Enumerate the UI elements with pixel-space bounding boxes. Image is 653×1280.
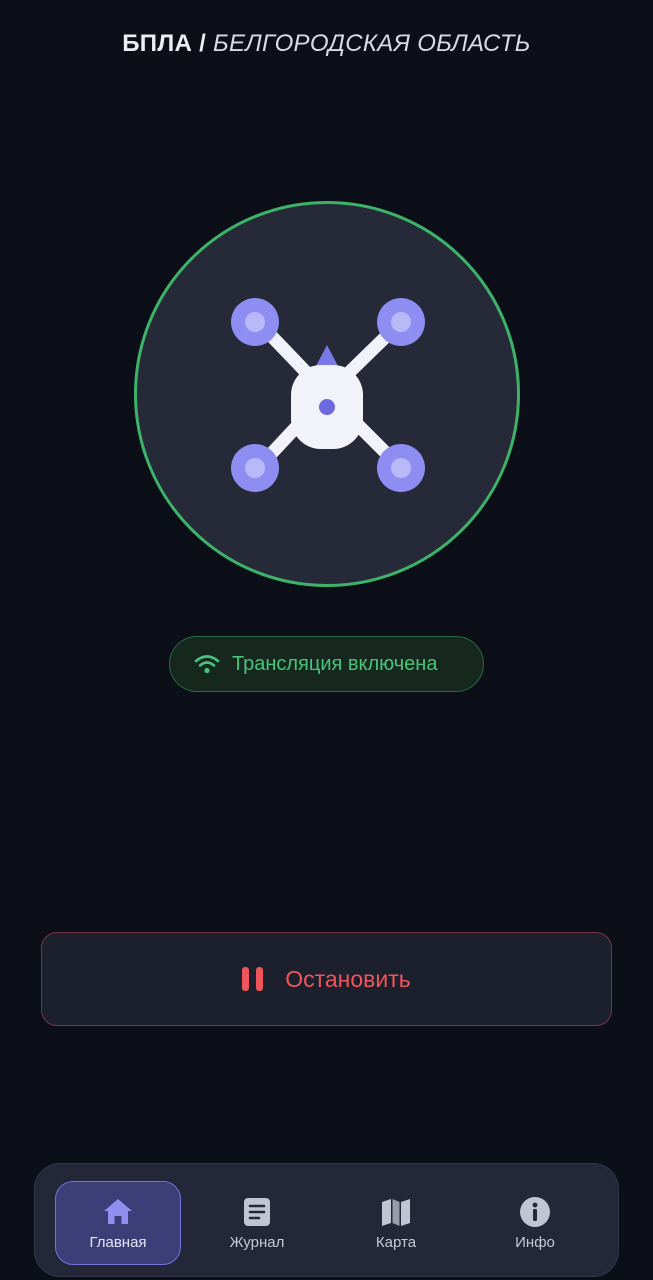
wifi-icon	[194, 655, 220, 674]
nav-label-journal: Журнал	[229, 1234, 285, 1251]
info-icon	[520, 1197, 550, 1227]
journal-icon	[244, 1198, 270, 1226]
map-icon	[382, 1199, 410, 1226]
stop-button[interactable]: Остановить	[41, 932, 612, 1026]
stop-button-label: Остановить	[285, 965, 411, 992]
title-main: БПЛА /	[122, 30, 207, 57]
page-title: БПЛА / БЕЛГОРОДСКАЯ ОБЛАСТЬ	[0, 30, 653, 58]
bottom-navigation: Главная Журнал Карта Инфо	[34, 1163, 619, 1277]
nav-label-map: Карта	[375, 1234, 417, 1251]
nav-item-map[interactable]: Карта	[333, 1181, 459, 1265]
nav-item-journal[interactable]: Журнал	[194, 1181, 320, 1265]
nav-item-info[interactable]: Инфо	[472, 1181, 598, 1265]
title-region: БЕЛГОРОДСКАЯ ОБЛАСТЬ	[206, 30, 531, 57]
home-icon	[104, 1199, 132, 1224]
drone-status-circle	[134, 201, 520, 587]
nav-item-home[interactable]: Главная	[55, 1181, 181, 1265]
nav-label-info: Инфо	[515, 1234, 555, 1251]
pause-icon	[242, 967, 264, 991]
home-screen: БПЛА / БЕЛГОРОДСКАЯ ОБЛАСТЬ Трансляция в…	[0, 0, 653, 1280]
quadcopter-drone-icon	[231, 298, 425, 492]
broadcast-status-text: Трансляция включена	[232, 652, 438, 675]
nav-label-home: Главная	[89, 1234, 147, 1251]
broadcast-status-badge: Трансляция включена	[169, 636, 484, 692]
